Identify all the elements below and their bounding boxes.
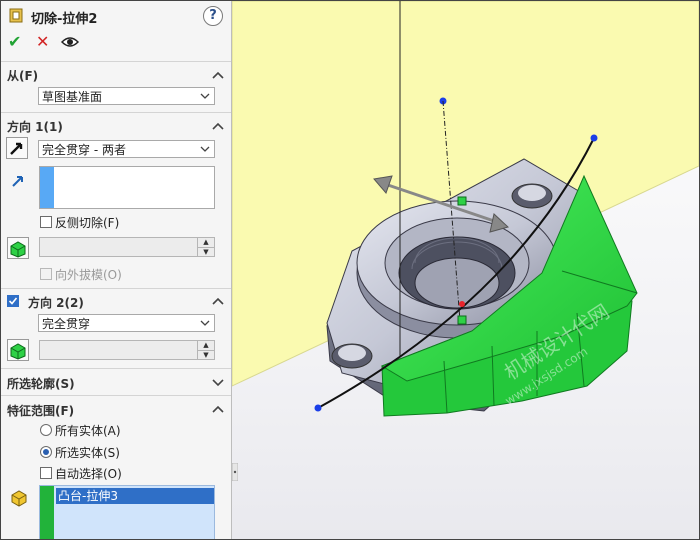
from-select[interactable]: 草图基准面 <box>38 87 215 105</box>
divider <box>1 288 231 289</box>
arc-endpoint[interactable] <box>590 134 598 142</box>
panel-resize-grip[interactable] <box>232 463 238 481</box>
checkmark-icon <box>8 297 18 305</box>
from-select-value: 草图基准面 <box>42 90 103 104</box>
chevron-down-icon <box>200 93 210 99</box>
drag-handle[interactable] <box>457 196 467 206</box>
solid-body-icon <box>11 490 27 507</box>
draft-icon[interactable] <box>7 237 29 259</box>
help-button[interactable]: ? <box>203 6 223 26</box>
spinner-up-button[interactable]: ▲ <box>197 238 214 247</box>
action-bar: ✔ ✕ <box>1 33 231 55</box>
left-mounting-hole-inner <box>338 345 366 361</box>
chevron-up-icon[interactable] <box>211 402 225 416</box>
reverse-direction-icon[interactable] <box>6 137 28 159</box>
scope-selected-bodies-label: 所选实体(S) <box>55 446 120 460</box>
relation-marker <box>457 315 467 325</box>
arc-endpoint[interactable] <box>314 404 322 412</box>
direction2-end-condition-value: 完全贯穿 <box>42 317 91 331</box>
spinner-down-button[interactable]: ▼ <box>197 350 214 360</box>
chevron-up-icon[interactable] <box>211 68 225 82</box>
spinner-down-button[interactable]: ▼ <box>197 247 214 257</box>
divider <box>1 368 231 369</box>
draft-outward-label: 向外拔模(O) <box>55 268 122 282</box>
chevron-up-icon[interactable] <box>211 119 225 133</box>
chevron-down-icon <box>200 146 210 152</box>
model-scene: 机械设计代网 www.jxsjsd.com <box>232 1 699 417</box>
chevron-down-icon[interactable] <box>211 375 225 389</box>
property-manager-panel: 切除-拉伸2 ? ✔ ✕ 从(F) 草图基准面 方向 1(1) 完全贯穿 - 两… <box>1 1 232 539</box>
direction-vector-arrow-icon <box>12 176 23 187</box>
draft-angle-spinner[interactable]: ▲ ▼ <box>39 237 215 257</box>
cut-extrude-feature-icon <box>9 8 23 23</box>
scope-all-bodies-radio[interactable] <box>40 424 52 436</box>
draft-icon[interactable] <box>7 339 29 361</box>
section-direction2-header[interactable]: 方向 2(2) <box>28 294 84 311</box>
panel-titlebar: 切除-拉伸2 ? <box>1 1 231 31</box>
right-mounting-hole-inner <box>518 185 546 201</box>
spinner-up-button[interactable]: ▲ <box>197 341 214 350</box>
scope-all-bodies-label: 所有实体(A) <box>55 424 121 438</box>
section-direction1-header[interactable]: 方向 1(1) <box>7 118 63 135</box>
section-feature-scope-header[interactable]: 特征范围(F) <box>7 402 74 419</box>
direction1-end-condition-value: 完全贯穿 - 两者 <box>42 143 126 157</box>
app-window: 切除-拉伸2 ? ✔ ✕ 从(F) 草图基准面 方向 1(1) 完全贯穿 - 两… <box>0 0 700 540</box>
bodies-to-affect-list[interactable]: 凸台-拉伸3 <box>39 485 215 539</box>
draft-outward-checkbox[interactable] <box>40 268 52 280</box>
direction2-end-condition-select[interactable]: 完全贯穿 <box>38 314 215 332</box>
cancel-button[interactable]: ✕ <box>36 33 49 51</box>
auto-select-checkbox[interactable] <box>40 467 52 479</box>
direction1-end-condition-select[interactable]: 完全贯穿 - 两者 <box>38 140 215 158</box>
section-from-header[interactable]: 从(F) <box>7 67 38 84</box>
flip-side-to-cut-label: 反侧切除(F) <box>55 216 120 230</box>
origin-point <box>459 301 465 307</box>
direction1-reference-selection-box[interactable] <box>39 166 215 209</box>
preview-eye-icon[interactable] <box>61 35 79 49</box>
ok-button[interactable]: ✔ <box>8 33 21 51</box>
body-list-item[interactable]: 凸台-拉伸3 <box>56 488 214 504</box>
auto-select-label: 自动选择(O) <box>55 467 122 481</box>
divider <box>1 395 231 396</box>
section-selected-contours-header[interactable]: 所选轮廓(S) <box>7 375 75 392</box>
direction2-draft-angle-spinner[interactable]: ▲ ▼ <box>39 340 215 360</box>
scope-selected-bodies-radio[interactable] <box>40 446 52 458</box>
feature-title: 切除-拉伸2 <box>31 12 98 27</box>
chevron-down-icon <box>200 320 210 326</box>
selection-color-bar <box>40 486 54 539</box>
divider <box>1 112 231 113</box>
graphics-viewport[interactable]: 机械设计代网 www.jxsjsd.com <box>232 1 699 539</box>
chevron-up-icon[interactable] <box>211 294 225 308</box>
direction2-checkbox[interactable] <box>7 295 19 307</box>
flip-side-to-cut-checkbox[interactable] <box>40 216 52 228</box>
divider <box>1 61 231 62</box>
selection-color-bar <box>40 167 54 208</box>
